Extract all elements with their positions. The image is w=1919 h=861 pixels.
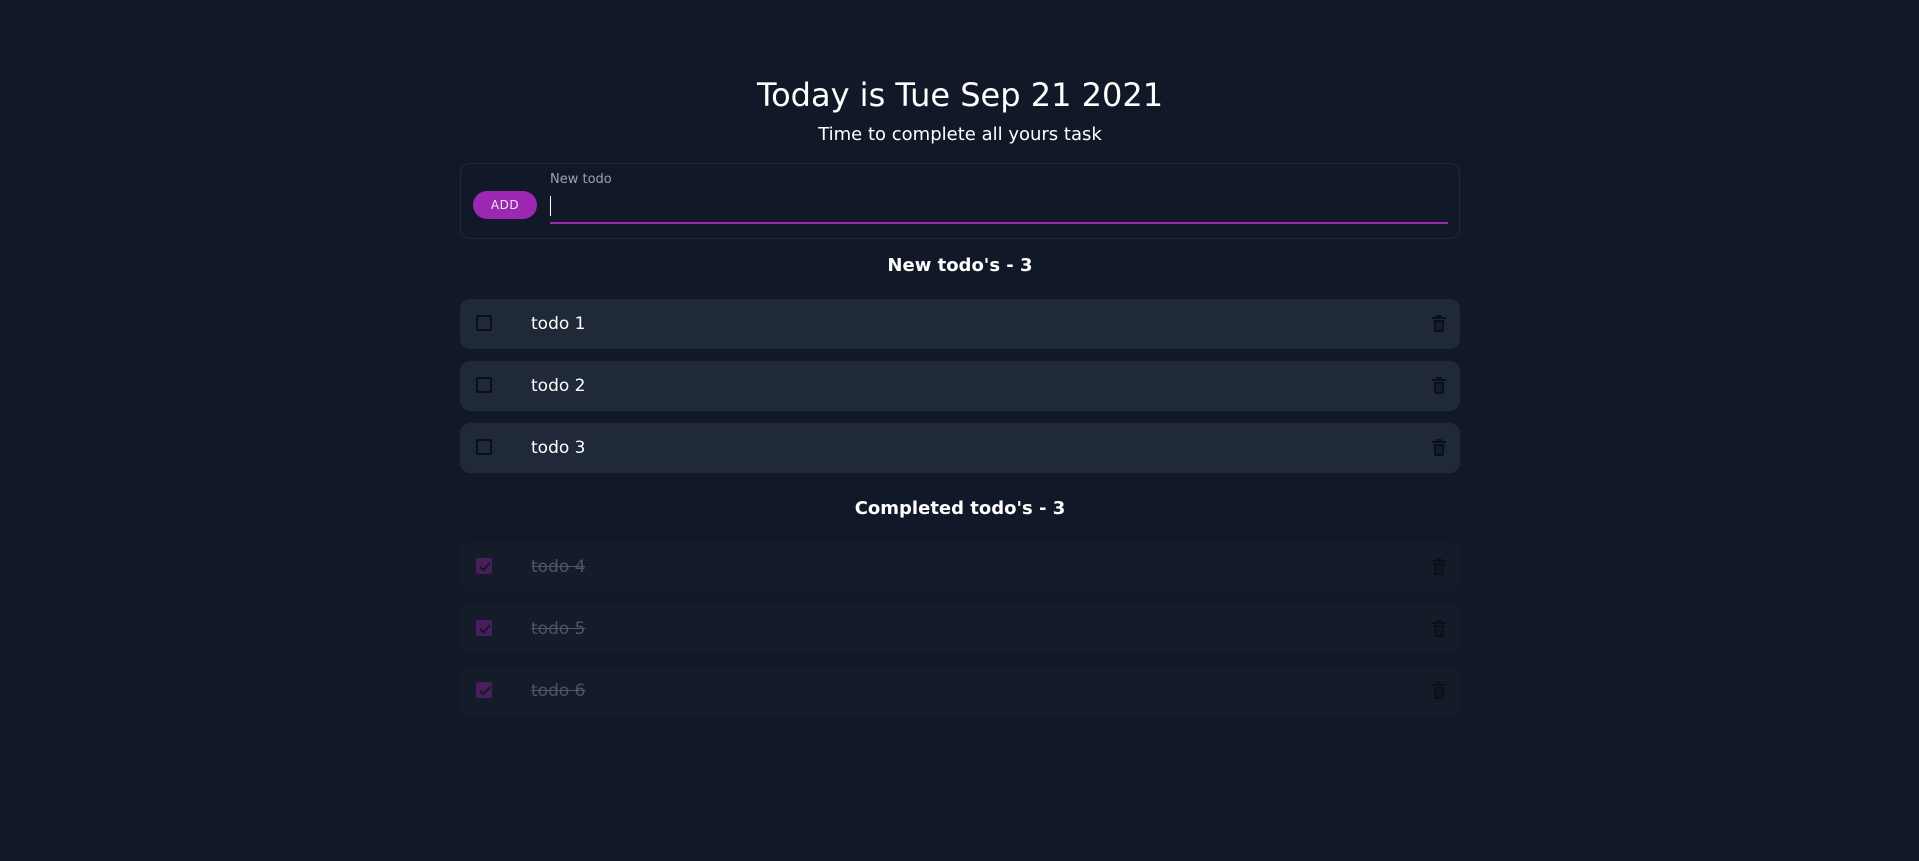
- trash-icon[interactable]: [1432, 315, 1446, 333]
- page-subtitle: Time to complete all yours task: [818, 124, 1102, 145]
- checkbox-checked-icon[interactable]: [476, 682, 492, 698]
- todo-text: todo 6: [531, 681, 586, 701]
- trash-icon[interactable]: [1432, 682, 1446, 700]
- checkbox-icon[interactable]: [476, 377, 492, 393]
- checkbox-checked-icon[interactable]: [476, 620, 492, 636]
- todo-item: todo 4: [460, 542, 1460, 592]
- todo-text: todo 4: [531, 557, 586, 577]
- todo-item: todo 6: [460, 666, 1460, 716]
- todo-text: todo 2: [531, 376, 586, 396]
- trash-icon[interactable]: [1432, 620, 1446, 638]
- trash-icon[interactable]: [1432, 377, 1446, 395]
- text-cursor: [550, 196, 551, 216]
- todo-item: todo 3: [460, 423, 1460, 473]
- page-title: Today is Tue Sep 21 2021: [756, 76, 1164, 114]
- open-todo-list: todo 1 todo 2 todo 3: [460, 299, 1460, 485]
- todo-text: todo 1: [531, 314, 586, 334]
- todo-app: Today is Tue Sep 21 2021 Time to complet…: [0, 0, 1919, 861]
- todo-item: todo 2: [460, 361, 1460, 411]
- completed-todos-heading: Completed todo's - 3: [854, 498, 1066, 519]
- checkbox-icon[interactable]: [476, 439, 492, 455]
- checkbox-checked-icon[interactable]: [476, 558, 492, 574]
- checkbox-icon[interactable]: [476, 315, 492, 331]
- trash-icon[interactable]: [1432, 558, 1446, 576]
- new-todo-label: New todo: [550, 172, 612, 187]
- todo-text: todo 5: [531, 619, 586, 639]
- trash-icon[interactable]: [1432, 439, 1446, 457]
- add-button[interactable]: ADD: [473, 191, 537, 219]
- todo-item: todo 5: [460, 604, 1460, 654]
- todo-text: todo 3: [531, 438, 586, 458]
- new-todo-input[interactable]: [550, 192, 1448, 224]
- new-todos-heading: New todo's - 3: [887, 255, 1033, 276]
- completed-todo-list: todo 4 todo 5 todo 6: [460, 542, 1460, 728]
- todo-item: todo 1: [460, 299, 1460, 349]
- new-todo-form: ADD New todo: [460, 163, 1460, 239]
